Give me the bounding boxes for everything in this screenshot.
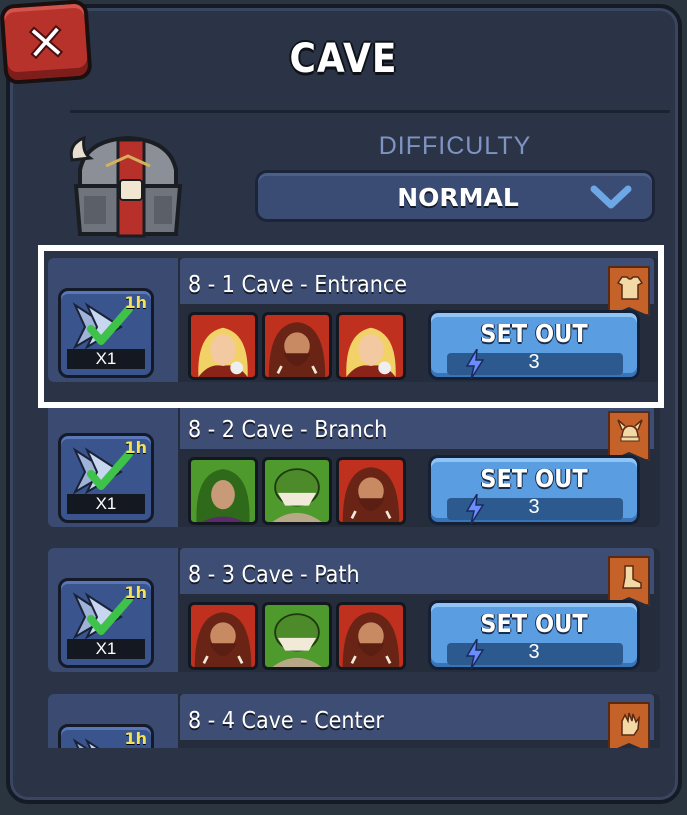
lizard-monster-portrait [262, 602, 332, 670]
difficulty-select[interactable]: NORMAL [255, 170, 655, 222]
gloves-icon [621, 712, 640, 736]
stage-row[interactable]: 8 - 4 Cave - Center 1h [48, 686, 660, 748]
sweep-time: 1h [124, 438, 147, 457]
sweep-button[interactable]: 1h X1 [58, 433, 154, 523]
armor-icon [616, 276, 644, 300]
set-out-button[interactable]: SET OUT 3 [428, 310, 640, 380]
sweep-count: X1 [67, 639, 145, 659]
sweep-count: X1 [67, 349, 145, 369]
dryad-portrait [188, 457, 258, 525]
boots-icon [622, 565, 642, 589]
lizard-monster-portrait [262, 457, 332, 525]
close-x-icon [28, 24, 64, 60]
stage-name: 8 - 4 Cave - Center [188, 708, 384, 734]
stage-row[interactable]: 8 - 3 Cave - Path 1h X1 SET OUT 3 [48, 540, 660, 672]
stage-name: 8 - 2 Cave - Branch [188, 417, 388, 443]
reward-badge [608, 702, 650, 748]
caveman-portrait [336, 602, 406, 670]
sweep-button[interactable]: 1h X1 [58, 288, 154, 378]
caveman-portrait [188, 602, 258, 670]
sweep-button[interactable]: 1h [58, 724, 154, 748]
stage-name: 8 - 3 Cave - Path [188, 562, 360, 588]
caveman-portrait [262, 312, 332, 380]
chevron-down-icon [590, 185, 632, 209]
title-divider [70, 110, 670, 113]
stage-row[interactable]: 8 - 2 Cave - Branch 1h X1 SET OUT 3 [48, 395, 660, 527]
set-out-label: SET OUT [480, 609, 588, 638]
sweep-button[interactable]: 1h X1 [58, 578, 154, 668]
stage-row[interactable]: 8 - 1 Cave - Entrance 1h X1 SET OUT 3 [48, 250, 660, 382]
sweep-count: X1 [67, 494, 145, 514]
sweep-time: 1h [124, 583, 147, 602]
elf-warrior-portrait [188, 312, 258, 380]
set-out-label: SET OUT [480, 464, 588, 493]
chest-icon [69, 135, 183, 238]
energy-cost: 3 [528, 641, 540, 663]
stage-list[interactable]: 8 - 1 Cave - Entrance 1h X1 SET OUT 3 8 … [40, 250, 660, 748]
elf-warrior-portrait [336, 312, 406, 380]
sweep-time: 1h [124, 293, 147, 312]
energy-cost: 3 [528, 496, 540, 518]
set-out-label: SET OUT [480, 319, 588, 348]
page-title: CAVE [289, 36, 398, 82]
close-button[interactable] [0, 0, 93, 85]
helmet-icon [617, 419, 643, 442]
set-out-button[interactable]: SET OUT 3 [428, 455, 640, 525]
caveman-portrait [336, 457, 406, 525]
stage-name: 8 - 1 Cave - Entrance [188, 272, 407, 298]
set-out-button[interactable]: SET OUT 3 [428, 600, 640, 670]
sweep-time: 1h [124, 729, 147, 748]
energy-cost: 3 [528, 351, 540, 373]
difficulty-label: DIFFICULTY [378, 132, 532, 160]
